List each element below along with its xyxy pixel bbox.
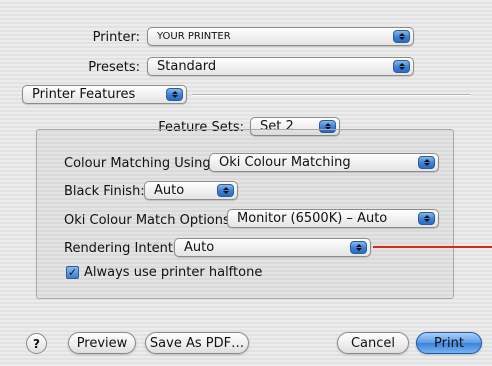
preview-button-label: Preview	[76, 335, 128, 351]
rendering-intent-value: Auto	[184, 240, 215, 255]
printer-popup[interactable]: YOUR PRINTER	[147, 27, 414, 46]
print-button[interactable]: Print	[416, 332, 482, 354]
black-finish-label: Black Finish:	[64, 184, 145, 199]
presets-value: Standard	[157, 59, 217, 74]
panel-value: Printer Features	[32, 87, 136, 102]
print-button-label: Print	[434, 335, 464, 351]
oki-colour-match-value: Monitor (6500K) – Auto	[237, 211, 388, 226]
panel-popup[interactable]: Printer Features	[22, 85, 187, 104]
checkmark-icon: ✓	[67, 266, 78, 279]
chevron-updown-icon	[350, 241, 367, 254]
save-as-pdf-button[interactable]: Save As PDF…	[145, 332, 249, 354]
presets-popup[interactable]: Standard	[147, 57, 414, 76]
preview-button[interactable]: Preview	[68, 332, 136, 354]
oki-colour-match-label: Oki Colour Match Options:	[64, 213, 235, 228]
colour-matching-value: Oki Colour Matching	[219, 155, 351, 170]
save-as-pdf-button-label: Save As PDF…	[149, 335, 245, 351]
halftone-checkbox[interactable]: ✓	[66, 266, 79, 279]
presets-label: Presets:	[88, 60, 140, 75]
help-button[interactable]: ?	[26, 333, 47, 354]
printer-label: Printer:	[92, 30, 140, 45]
question-icon: ?	[33, 336, 40, 351]
chevron-updown-icon	[393, 30, 410, 43]
rendering-intent-popup[interactable]: Auto	[174, 238, 371, 257]
cancel-button-label: Cancel	[350, 335, 396, 351]
chevron-updown-icon	[418, 212, 435, 225]
oki-colour-match-popup[interactable]: Monitor (6500K) – Auto	[227, 209, 439, 228]
cancel-button[interactable]: Cancel	[337, 332, 409, 354]
chevron-updown-icon	[217, 184, 234, 197]
colour-matching-label: Colour Matching Using:	[64, 156, 215, 171]
chevron-updown-icon	[393, 60, 410, 73]
chevron-updown-icon	[166, 88, 183, 101]
rendering-intent-label: Rendering Intent:	[64, 241, 178, 256]
colour-matching-popup[interactable]: Oki Colour Matching	[209, 153, 439, 172]
annotation-callout-line	[373, 246, 492, 248]
halftone-label: Always use printer halftone	[84, 265, 263, 280]
printer-value: YOUR PRINTER	[157, 31, 231, 42]
chevron-updown-icon	[418, 156, 435, 169]
panel-separator	[192, 94, 470, 96]
black-finish-popup[interactable]: Auto	[144, 181, 238, 200]
